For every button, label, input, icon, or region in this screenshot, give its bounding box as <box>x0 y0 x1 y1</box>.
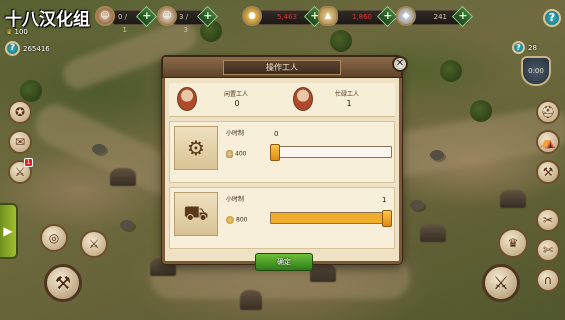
cost-label: 800 <box>226 216 247 224</box>
diamond-icon: ? <box>5 41 20 56</box>
sword-icon[interactable]: ⚔ <box>80 230 108 258</box>
worker-slider[interactable] <box>270 144 392 161</box>
sawmill-icon: ⚙ <box>174 126 218 170</box>
dialog-title: 操作工人 <box>223 60 341 75</box>
shield-icon[interactable]: 0:00 <box>521 56 551 86</box>
crossed-swords-icon[interactable]: ✂ <box>536 208 560 232</box>
hammer-icon[interactable]: ⚒ <box>536 160 560 184</box>
crown-icon: ♛ <box>6 28 13 36</box>
worker-portrait-icon: ☺ <box>95 6 115 26</box>
horseshoe-icon[interactable]: ∩ <box>536 268 560 292</box>
watermark-text: 十八汉化组 <box>5 10 90 30</box>
scissors-icon[interactable]: ✄ <box>536 238 560 262</box>
workers-summary: 闲置工人 0 忙碌工人 1 <box>169 83 395 117</box>
gold-coin-icon <box>226 216 234 224</box>
slider-value: 1 <box>382 196 387 204</box>
worker-portrait-icon: ☺ <box>157 6 177 26</box>
work-mode-label: 小时制 <box>226 196 245 203</box>
sack-icon: ▲ <box>318 6 338 26</box>
work-mode-label: 小时制 <box>226 130 245 137</box>
target-icon[interactable]: ◎ <box>40 224 68 252</box>
right-help-icon: ? <box>512 41 525 54</box>
operate-workers-dialog: 操作工人 ✕ 闲置工人 0 忙碌工人 1 ⚙ 小时制 400 0 ⛟ 小时制 8… <box>162 56 408 271</box>
expand-left-tab[interactable]: ▶ <box>0 203 18 259</box>
idle-workers-value: 0 <box>234 99 240 108</box>
sack-icon <box>226 150 233 158</box>
attack-button[interactable]: ⚔ <box>482 264 520 302</box>
cost-label: 400 <box>226 150 246 158</box>
crown-value: 100 <box>14 28 28 36</box>
busy-workers-label: 忙碌工人 <box>335 91 360 98</box>
confirm-button[interactable]: 确定 <box>255 253 313 271</box>
worker-slider[interactable] <box>270 210 392 227</box>
notification-badge: 1 <box>24 158 33 167</box>
dialog-header: 操作工人 <box>162 56 402 78</box>
helmet-icon[interactable]: ⛑ <box>536 100 560 124</box>
cart-icon: ⛟ <box>174 192 218 236</box>
scroll-icon[interactable]: ✉ <box>8 130 32 154</box>
work-option-card: ⚙ 小时制 400 0 <box>169 121 395 183</box>
slider-fill <box>271 213 391 223</box>
diamond-value: 265416 <box>23 45 50 53</box>
slider-thumb[interactable] <box>382 210 392 227</box>
right-stat-value: 28 <box>528 44 537 52</box>
build-tools-button[interactable]: ⚒ <box>44 264 82 302</box>
crown-counter: ♛ 100 <box>6 28 28 36</box>
backpack-icon[interactable]: ⛺ <box>536 130 560 154</box>
stone-icon: ◆ <box>396 6 416 26</box>
close-button[interactable]: ✕ <box>392 56 408 72</box>
work-option-card: ⛟ 小时制 800 1 <box>169 187 395 249</box>
idle-worker-portrait-icon <box>177 87 197 111</box>
help-button[interactable]: ? <box>543 9 561 27</box>
gold-coin-icon: ● <box>242 6 262 26</box>
busy-workers-value: 1 <box>346 99 352 108</box>
medal-icon[interactable]: ✪ <box>8 100 32 124</box>
slider-thumb[interactable] <box>270 144 280 161</box>
treasure-icon[interactable]: ♛ <box>498 228 528 258</box>
busy-worker-portrait-icon <box>293 87 313 111</box>
idle-workers-label: 闲置工人 <box>224 91 249 98</box>
slider-value: 0 <box>274 130 279 138</box>
